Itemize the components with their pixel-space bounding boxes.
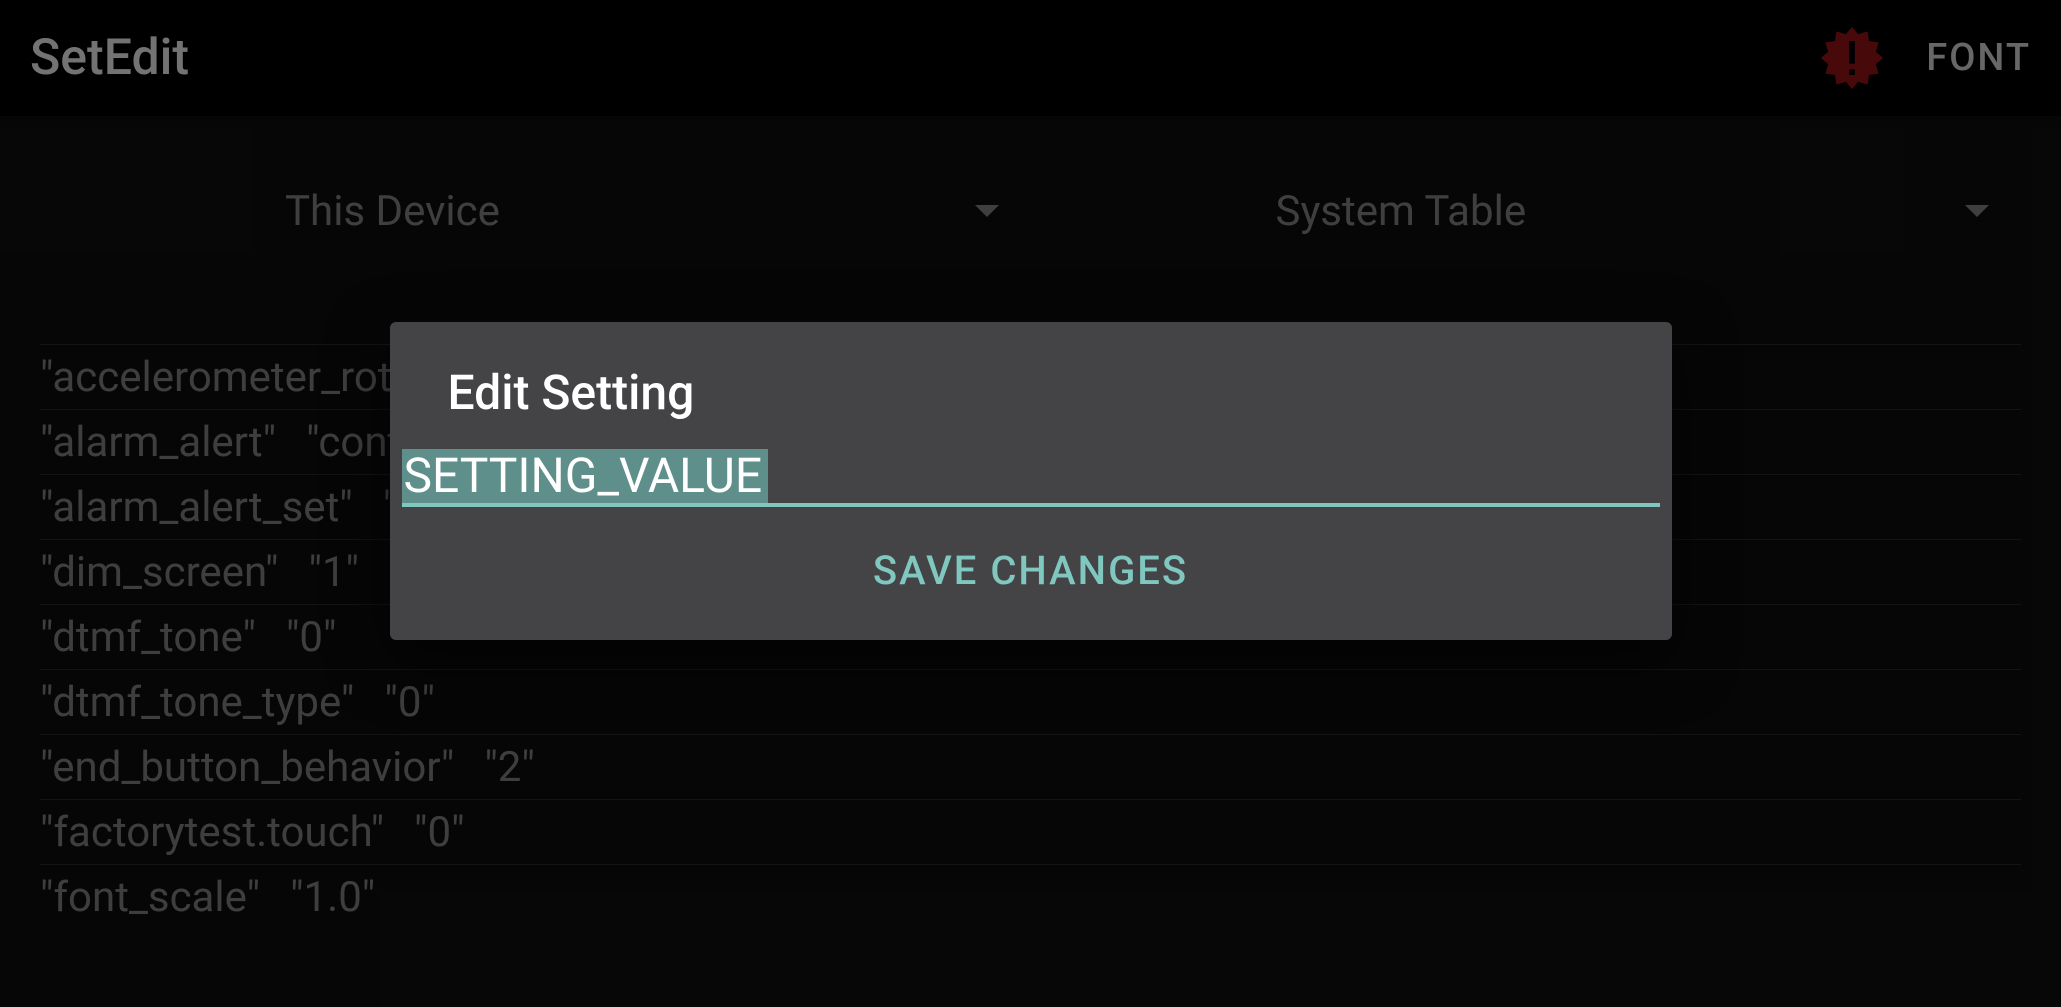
- save-changes-button[interactable]: SAVE CHANGES: [390, 507, 1672, 620]
- setting-value-input-text: SETTING_VALUE: [402, 449, 769, 503]
- setting-value-input[interactable]: SETTING_VALUE: [402, 445, 1660, 507]
- dialog-title: Edit Setting: [390, 322, 1672, 445]
- modal-overlay[interactable]: Edit Setting SETTING_VALUE SAVE CHANGES: [0, 0, 2061, 1007]
- edit-setting-dialog: Edit Setting SETTING_VALUE SAVE CHANGES: [390, 322, 1672, 640]
